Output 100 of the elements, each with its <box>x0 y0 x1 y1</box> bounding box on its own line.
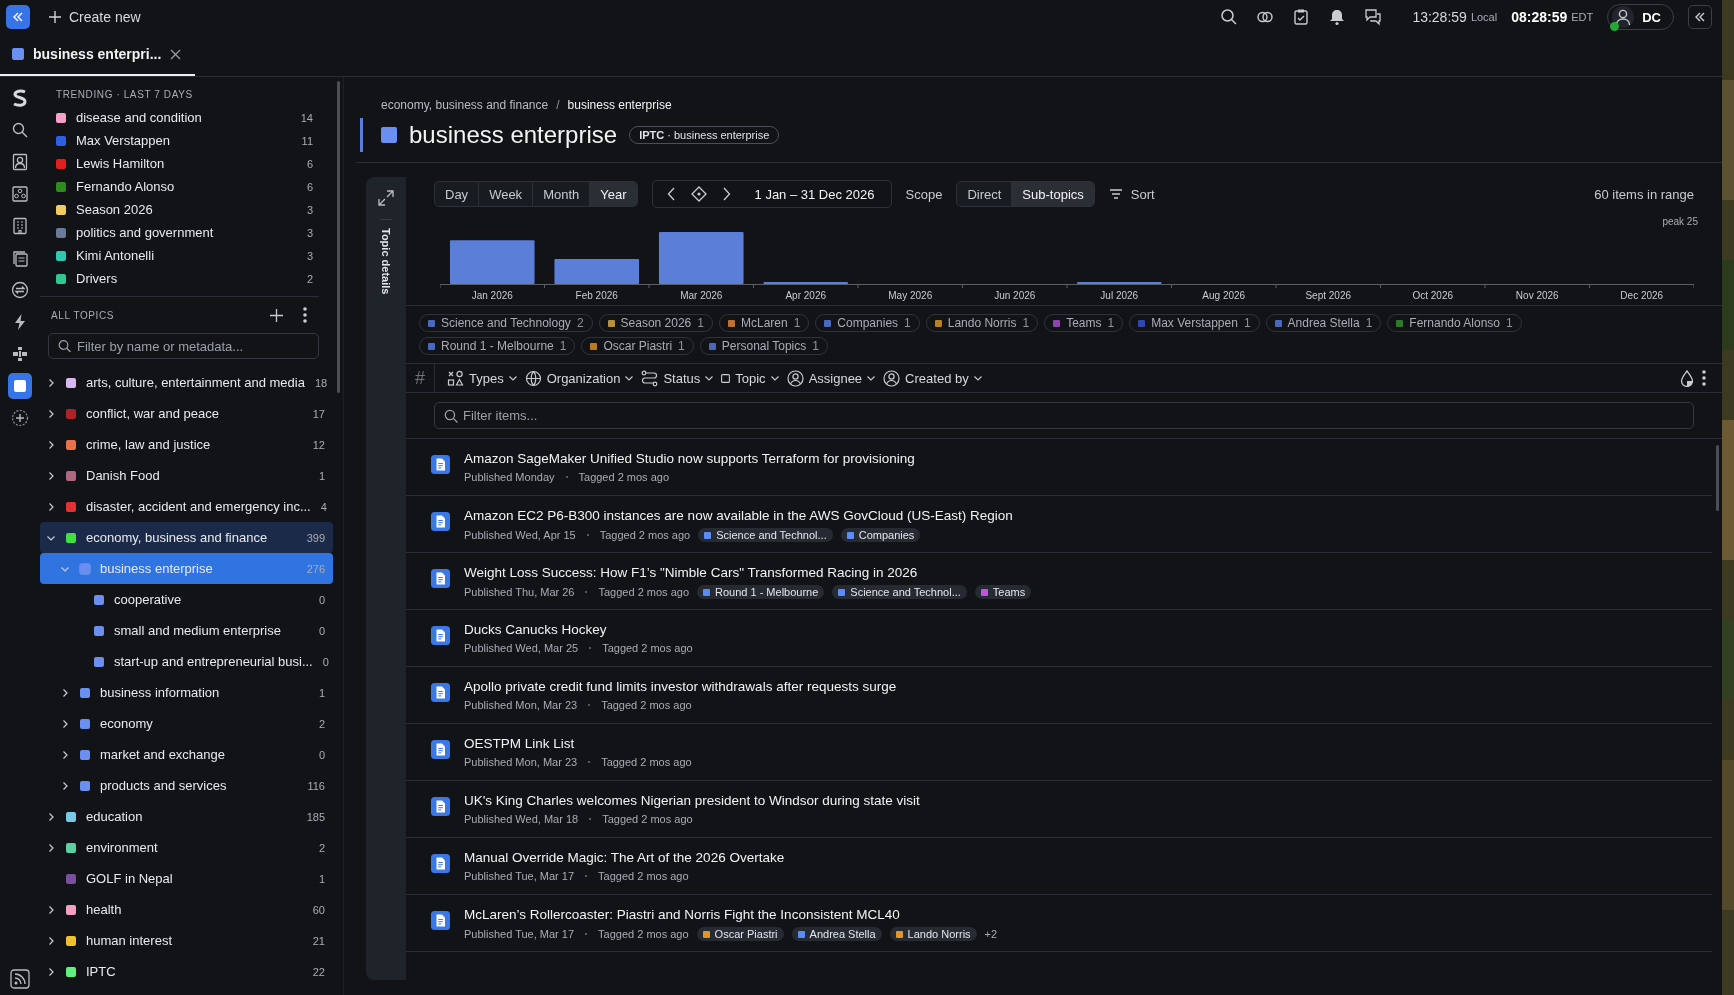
tree-row[interactable]: environment 2 <box>40 832 333 863</box>
item-title-link[interactable]: Apollo private credit fund limits investor withdrawals after requests surge <box>464 679 897 694</box>
item-title-link[interactable]: Manual Override Magic: The Art of the 2026 Overtake <box>464 850 785 865</box>
scrollbar[interactable] <box>337 81 340 393</box>
chevron-icon[interactable] <box>60 780 70 791</box>
tree-row[interactable]: economy 2 <box>40 708 333 739</box>
item-title-link[interactable]: Weight Loss Success: How F1’s "Nimble Cars" Transformed Racing in 2026 <box>464 565 1032 580</box>
filter-dropdown[interactable]: Created by <box>883 369 982 387</box>
side-panel-tab[interactable]: Topic details <box>366 177 406 980</box>
item-title-link[interactable]: Ducks Canucks Hockey <box>464 622 693 637</box>
range-tab[interactable]: Week <box>479 182 534 206</box>
tree-row[interactable]: crime, law and justice 12 <box>40 429 333 460</box>
chevron-icon[interactable] <box>46 811 56 822</box>
expand-icon[interactable] <box>377 189 395 207</box>
tree-row[interactable]: market and exchange 0 <box>40 739 333 770</box>
bell-icon[interactable] <box>1328 8 1347 26</box>
chevron-icon[interactable] <box>46 439 56 450</box>
bar[interactable] <box>763 281 849 284</box>
topic-link[interactable]: Max Verstappen <box>76 133 292 148</box>
tag-chip[interactable]: Companies <box>840 528 921 542</box>
chevron-icon[interactable] <box>46 904 56 915</box>
breadcrumb-link[interactable]: economy, business and finance <box>381 98 549 112</box>
bar[interactable] <box>1076 281 1162 284</box>
tree-row[interactable]: cooperative 0 <box>40 584 333 615</box>
chevron-icon[interactable] <box>46 377 56 388</box>
chevron-icon[interactable] <box>46 935 56 946</box>
clipboard-check-icon[interactable] <box>1292 8 1311 26</box>
tree-row[interactable]: human interest 21 <box>40 925 333 956</box>
chevron-icon[interactable] <box>46 966 56 977</box>
item-title-link[interactable]: OESTPM Link List <box>464 736 692 751</box>
tree-row[interactable]: GOLF in Nepal 1 <box>40 863 333 894</box>
tree-row[interactable]: business enterprise 276 <box>40 553 333 584</box>
chevron-icon[interactable] <box>46 408 56 419</box>
tree-row[interactable]: economy, business and finance 399 <box>40 522 333 553</box>
topic-count: 11 <box>301 134 313 147</box>
chevron-icon[interactable] <box>46 842 56 853</box>
filter-dropdown[interactable]: Status <box>641 369 714 387</box>
tree-row[interactable]: health 60 <box>40 894 333 925</box>
tree-row[interactable]: small and medium enterprise 0 <box>40 615 333 646</box>
tag-chip[interactable]: Teams <box>974 585 1032 599</box>
chat-icon[interactable] <box>1364 8 1383 26</box>
scrollbar[interactable] <box>1715 445 1719 511</box>
tag-chip[interactable]: Science and Technol... <box>698 528 833 542</box>
rss-icon[interactable] <box>10 969 30 989</box>
topic-link[interactable]: Drivers <box>76 271 297 286</box>
range-tab[interactable]: Day <box>435 182 480 206</box>
sort-button[interactable]: Sort <box>1108 186 1155 202</box>
tag-chip[interactable]: Science and Technol... <box>832 585 967 599</box>
tree-row[interactable]: arts, culture, entertainment and media 18 <box>40 367 333 398</box>
tree-row[interactable]: start-up and entrepreneurial busi... 0 <box>40 646 333 677</box>
topic-link[interactable]: disease and condition <box>76 110 291 125</box>
chevron-icon[interactable] <box>46 501 56 512</box>
tree-row[interactable]: education 185 <box>40 801 333 832</box>
tag-chip[interactable]: Oscar Piastri <box>696 927 784 941</box>
tree-row[interactable]: products and services 116 <box>40 770 333 801</box>
collapse-panel-button[interactable] <box>1688 5 1712 29</box>
item-filter-field[interactable]: Filter items... <box>434 402 1694 429</box>
close-icon[interactable] <box>170 48 182 60</box>
item-title-link[interactable]: McLaren’s Rollercoaster: Piastri and Norris Fight the Inconsistent MCL40 <box>464 907 998 922</box>
tree-row[interactable]: IPTC 22 <box>40 956 333 987</box>
chevron-icon[interactable] <box>60 718 70 729</box>
search-icon[interactable] <box>1220 8 1239 26</box>
chevron-icon[interactable] <box>60 749 70 760</box>
hash-button[interactable]: # <box>406 364 435 392</box>
tree-row[interactable]: Danish Food 1 <box>40 460 333 491</box>
chevron-icon[interactable] <box>60 687 70 698</box>
topic-filter-field[interactable]: Filter by name or metadata... <box>48 333 319 359</box>
drop-icon[interactable] <box>1680 369 1694 387</box>
topic-link[interactable]: Kimi Antonelli <box>76 248 297 263</box>
range-tab[interactable]: Year <box>590 182 637 206</box>
axis-label: Nov 2026 <box>1514 290 1560 301</box>
rail-button[interactable] <box>8 373 32 399</box>
item-title-link[interactable]: UK's King Charles welcomes Nigerian president to Windsor during state visit <box>464 793 920 808</box>
tag-chip[interactable]: Lando Norris <box>889 927 977 941</box>
item-title-link[interactable]: Amazon EC2 P6-B300 instances are now available in the AWS GovCloud (US-East) Region <box>464 508 1013 523</box>
filter-dropdown[interactable]: Types <box>447 369 517 387</box>
topic-link[interactable]: politics and government <box>76 225 297 240</box>
tree-row[interactable]: conflict, war and peace 17 <box>40 398 333 429</box>
chevron-left-icon[interactable] <box>666 187 677 201</box>
topic-link[interactable]: Fernando Alonso <box>76 179 297 194</box>
filter-dropdown[interactable]: Organization <box>524 369 634 387</box>
plus-icon[interactable] <box>270 308 283 322</box>
scope-tab[interactable]: Sub-topics <box>1012 182 1094 206</box>
axis-label: Feb 2026 <box>574 290 619 301</box>
topic-link[interactable]: Lewis Hamilton <box>76 156 297 171</box>
filter-dropdown[interactable]: Topic <box>721 370 779 386</box>
topic-link[interactable]: Season 2026 <box>76 202 297 217</box>
tag-chip[interactable]: Andrea Stella <box>791 927 882 941</box>
tree-row[interactable]: disaster, accident and emergency inc... 4 <box>40 491 333 522</box>
document-tab[interactable]: business enterpri... <box>0 34 196 76</box>
diamond-icon[interactable] <box>690 186 707 202</box>
filter-dropdown[interactable]: Assignee <box>786 369 876 387</box>
create-new-button[interactable]: Create new <box>48 9 141 25</box>
item-title-link[interactable]: Amazon SageMaker Unified Studio now supports Terraform for provisioning <box>464 451 915 466</box>
tree-row[interactable]: business information 1 <box>40 677 333 708</box>
collapse-button[interactable] <box>6 5 30 29</box>
tag-chip[interactable]: Round 1 - Melbourne <box>697 585 825 599</box>
chevron-icon[interactable] <box>46 470 56 481</box>
more-icon[interactable] <box>303 307 307 323</box>
more-icon[interactable] <box>1702 370 1706 386</box>
